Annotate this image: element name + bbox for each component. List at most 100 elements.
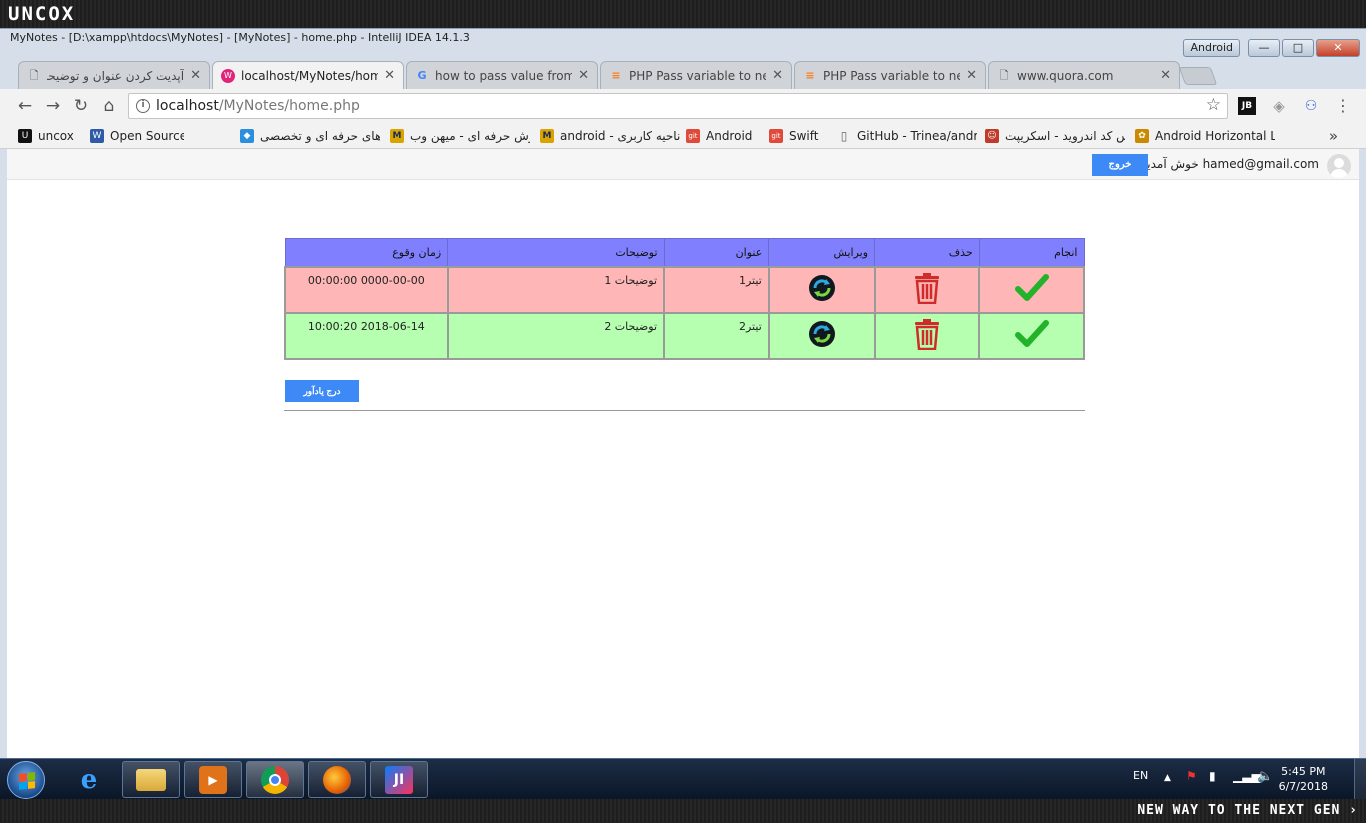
top-brand-bar: UNCOX: [0, 0, 1366, 28]
window-controls: Android — □ ✕: [1183, 39, 1360, 57]
maximize-button[interactable]: □: [1282, 39, 1314, 57]
divider: [284, 410, 1085, 411]
new-tab-button[interactable]: [1178, 67, 1218, 85]
bookmarks-more-icon[interactable]: »: [1329, 127, 1338, 145]
bookmark-android-source[interactable]: ☺ سورس کد اندروید - اسکریپت: [985, 127, 1125, 145]
trash-icon[interactable]: [914, 318, 940, 351]
wamp-icon: W: [221, 68, 235, 83]
bookmark-user-area-android[interactable]: M ناحیه کاربری - android: [540, 127, 680, 145]
close-icon[interactable]: ✕: [578, 68, 589, 83]
header-delete: حذف: [874, 238, 980, 267]
bookmark-icon: git: [686, 129, 700, 143]
delete-cell: [873, 311, 981, 360]
taskbar-chrome[interactable]: [246, 761, 304, 798]
menu-icon[interactable]: ⋮: [1334, 97, 1352, 115]
show-desktop-button[interactable]: [1354, 759, 1366, 800]
jetbrains-extension-icon[interactable]: JB: [1238, 97, 1256, 115]
start-button[interactable]: [7, 761, 45, 799]
notes-table: انجام حذف ویرایش عنوان توضیحات زمان وقوع: [284, 238, 1085, 360]
user-topbar: hamed@gmail.com خوش آمدید خروج: [7, 149, 1359, 180]
clock-date: 6/7/2018: [1278, 780, 1328, 793]
close-window-button[interactable]: ✕: [1316, 39, 1360, 57]
checkmark-icon[interactable]: [1014, 273, 1049, 303]
done-cell: [978, 311, 1085, 360]
header-title: عنوان: [663, 238, 770, 267]
taskbar-file-explorer[interactable]: [122, 761, 180, 798]
bookmark-mihanweb[interactable]: M آموزش حرفه ای - میهن وب: [390, 127, 530, 145]
note-title: تیتر2: [663, 311, 770, 360]
address-bar[interactable]: i localhost/MyNotes/home.php ☆: [128, 93, 1228, 119]
bookmarks-bar: U uncox W Open Source ◆ پروژه های حرفه ا…: [0, 123, 1366, 149]
uncox-logo: UNCOX: [8, 3, 76, 25]
taskbar-firefox[interactable]: [308, 761, 366, 798]
page-icon: 🗋: [999, 68, 1009, 82]
home-icon[interactable]: ⌂: [98, 95, 120, 117]
close-icon[interactable]: ✕: [1160, 68, 1171, 83]
tab-quora[interactable]: 🗋 www.quora.com ✕: [988, 61, 1180, 89]
table-row: تیتر2 توضیحات 2 2018-06-14 10:00:20: [284, 311, 1085, 360]
taskbar-media-player[interactable]: ▶: [184, 761, 242, 798]
table-row: تیتر1 توضیحات 1 0000-00-00 00:00:00: [284, 265, 1085, 314]
note-time: 0000-00-00 00:00:00: [284, 265, 449, 314]
extension-cube-icon[interactable]: ◈: [1270, 97, 1288, 115]
tab-stackoverflow-2[interactable]: ≡ PHP Pass variable to next pa ✕: [794, 61, 986, 89]
tab-label: PHP Pass variable to next pa: [823, 68, 961, 83]
tab-label: PHP Pass variable to next pa: [629, 68, 767, 83]
edit-cell: [767, 265, 876, 314]
header-done: انجام: [978, 238, 1085, 267]
page-icon: 🗋: [29, 68, 39, 82]
taskbar-intellij[interactable]: JI: [370, 761, 428, 798]
checkmark-icon[interactable]: [1014, 319, 1049, 349]
close-icon[interactable]: ✕: [772, 68, 783, 83]
folder-icon: [136, 768, 166, 791]
bookmark-swift[interactable]: git Swift: [769, 127, 829, 145]
forward-icon[interactable]: →: [42, 95, 64, 117]
tab-update-title[interactable]: 🗋 آپدیت کردن عنوان و توضیحات با ✕: [18, 61, 210, 89]
profile-label[interactable]: Android: [1183, 39, 1240, 57]
close-icon[interactable]: ✕: [190, 68, 201, 83]
language-indicator[interactable]: EN: [1133, 769, 1148, 782]
power-icon[interactable]: ▮: [1209, 769, 1216, 783]
web-page: hamed@gmail.com خوش آمدید خروج انجام حذف…: [7, 149, 1359, 759]
bookmark-github-trinea[interactable]: ▯ GitHub - Trinea/andr: [837, 127, 977, 145]
clock[interactable]: 5:45 PM 6/7/2018: [1279, 764, 1328, 794]
minimize-button[interactable]: —: [1248, 39, 1280, 57]
firefox-icon: [323, 765, 351, 794]
bookmark-icon: ☺: [985, 129, 999, 143]
taskbar-internet-explorer[interactable]: e: [60, 761, 118, 798]
bookmark-pro-projects[interactable]: ◆ پروژه های حرفه ای و تخصصی: [240, 127, 380, 145]
close-icon[interactable]: ✕: [384, 68, 395, 83]
intellij-icon: JI: [385, 765, 413, 794]
info-icon[interactable]: i: [136, 99, 150, 113]
tab-strip: 🗋 آپدیت کردن عنوان و توضیحات با ✕ W loca…: [0, 59, 1366, 89]
edit-refresh-icon[interactable]: [808, 274, 836, 302]
done-cell: [978, 265, 1085, 314]
tab-localhost-mynotes[interactable]: W localhost/MyNotes/home.php ✕: [212, 61, 404, 89]
tab-google-search[interactable]: G how to pass value from one ✕: [406, 61, 598, 89]
edit-refresh-icon[interactable]: [808, 320, 836, 348]
bookmark-icon: M: [390, 129, 404, 143]
bookmark-android[interactable]: git Android: [686, 127, 760, 145]
close-icon[interactable]: ✕: [966, 68, 977, 83]
reload-icon[interactable]: ↻: [70, 95, 92, 117]
volume-icon[interactable]: 🔈: [1257, 769, 1273, 784]
bookmark-uncox[interactable]: U uncox: [18, 127, 82, 145]
add-reminder-button[interactable]: درج یادآور: [285, 380, 359, 402]
media-player-icon: ▶: [199, 765, 227, 794]
avatar: [1327, 154, 1351, 178]
bookmark-android-horizontal[interactable]: ✿ Android Horizontal L: [1135, 127, 1275, 145]
note-title: تیتر1: [663, 265, 770, 314]
show-hidden-icons[interactable]: ▲: [1164, 773, 1171, 783]
bookmark-icon: M: [540, 129, 554, 143]
tab-stackoverflow-1[interactable]: ≡ PHP Pass variable to next pa ✕: [600, 61, 792, 89]
back-icon[interactable]: ←: [14, 95, 36, 117]
trash-icon[interactable]: [914, 272, 940, 305]
chrome-icon: [261, 765, 289, 794]
action-center-icon[interactable]: ⚑: [1186, 769, 1197, 783]
window-title: MyNotes - [D:\xampp\htdocs\MyNotes] - [M…: [10, 31, 470, 44]
logout-button[interactable]: خروج: [1092, 154, 1148, 176]
bookmark-open-source[interactable]: W Open Source: [90, 127, 184, 145]
extension-user-icon[interactable]: ⚇: [1302, 97, 1320, 115]
bookmark-star-icon[interactable]: ☆: [1206, 95, 1221, 115]
tab-label: localhost/MyNotes/home.php: [241, 68, 379, 83]
